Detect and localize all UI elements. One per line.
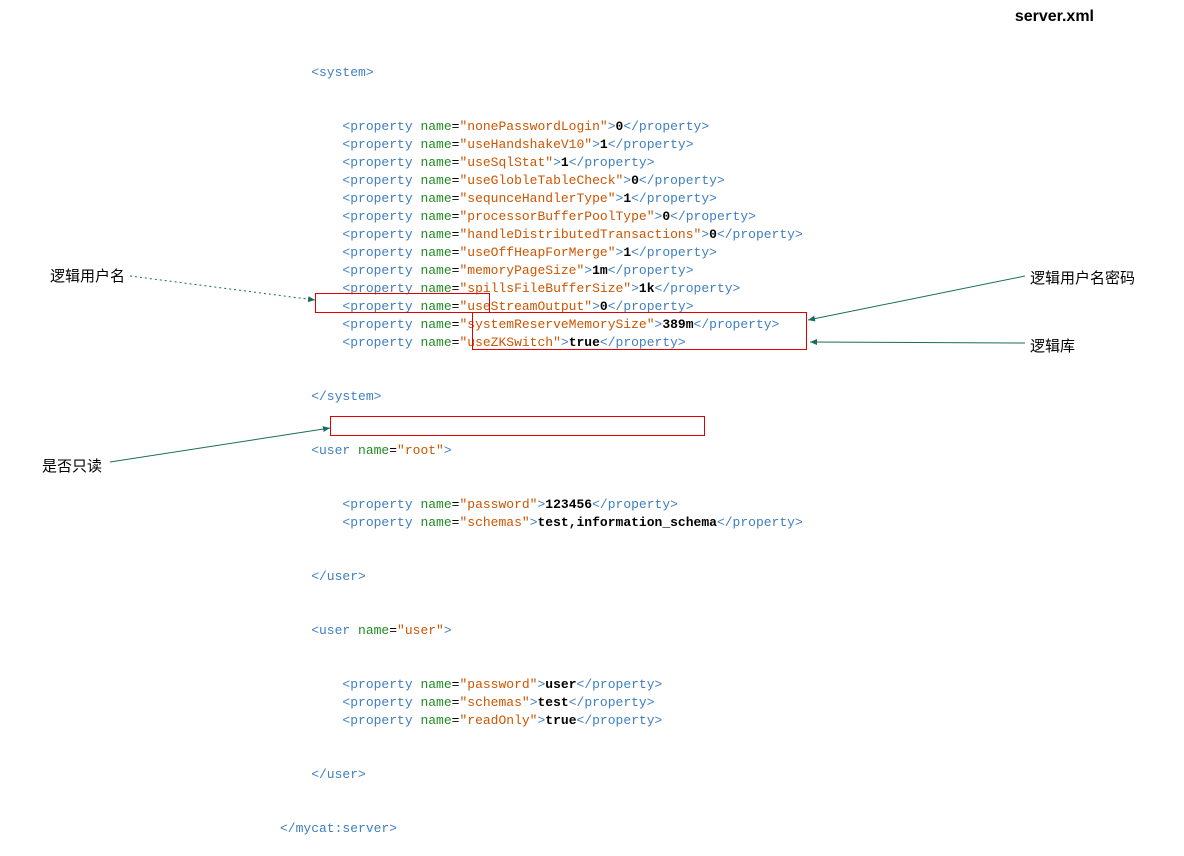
- file-title: server.xml: [1015, 8, 1094, 26]
- label-readonly: 是否只读: [42, 455, 102, 476]
- label-logical-username: 逻辑用户名: [50, 265, 125, 286]
- label-logical-database: 逻辑库: [1030, 335, 1075, 356]
- redbox-readonly: [330, 416, 705, 436]
- redbox-password-schemas: [472, 312, 807, 350]
- label-logical-username-password: 逻辑用户名密码: [1030, 267, 1135, 288]
- redbox-user-root: [315, 293, 490, 313]
- xml-code-block: <system> <property name="nonePasswordLog…: [280, 28, 803, 856]
